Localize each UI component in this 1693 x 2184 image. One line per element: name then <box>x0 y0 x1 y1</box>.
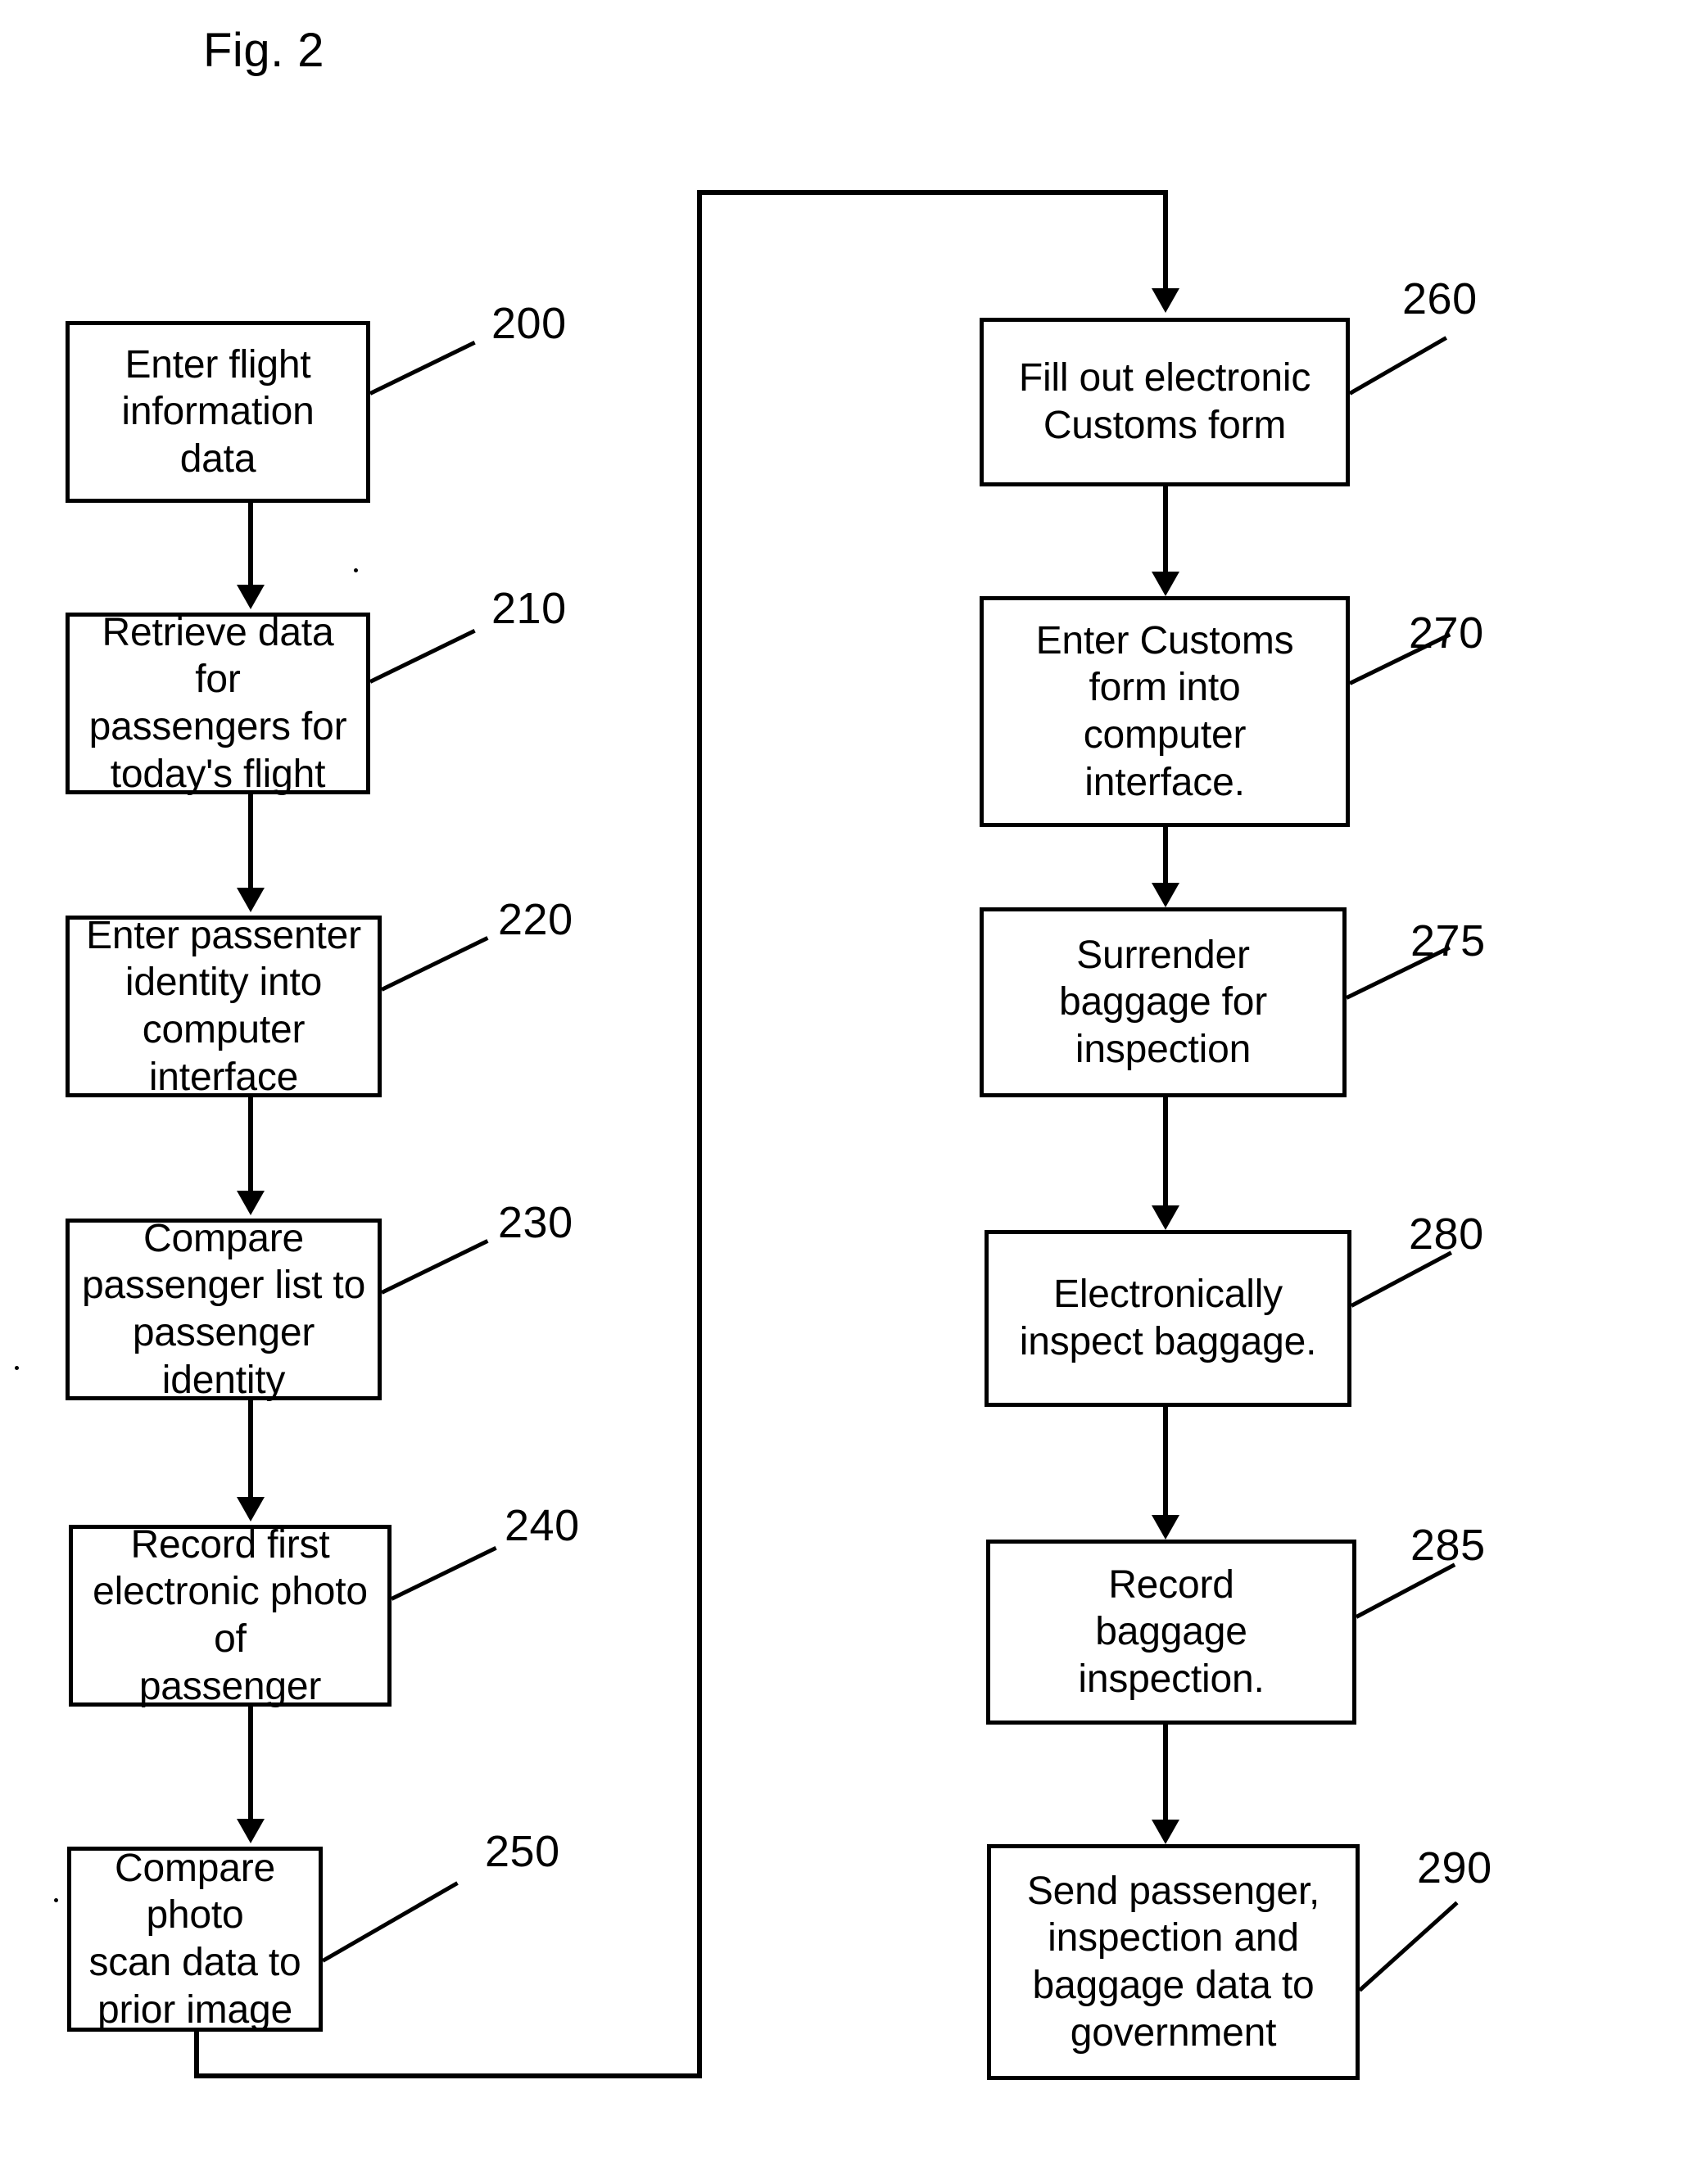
connector-210-220-arrowhead <box>237 888 265 912</box>
connector-250-260-segment-enter <box>1163 190 1168 288</box>
scan-speck <box>54 1898 58 1902</box>
flow-box-260[interactable]: Fill out electronic Customs form <box>980 318 1350 486</box>
flow-box-240-label: Record first electronic photo of passeng… <box>93 1522 368 1708</box>
leader-line-200 <box>369 341 476 396</box>
leader-line-240 <box>390 1546 497 1601</box>
ref-number-290: 290 <box>1417 1843 1492 1892</box>
figure-title: Fig. 2 <box>203 24 325 77</box>
connector-240-250-line <box>248 1707 253 1819</box>
connector-200-210-line <box>248 503 253 585</box>
connector-270-275-line <box>1163 827 1168 883</box>
leader-line-280 <box>1350 1250 1453 1308</box>
connector-285-290-line <box>1163 1725 1168 1820</box>
flow-box-220[interactable]: Enter passenter identity into computer i… <box>66 914 382 1099</box>
connector-200-210-arrowhead <box>237 585 265 609</box>
ref-number-230: 230 <box>498 1198 573 1247</box>
connector-275-280-arrowhead <box>1152 1205 1179 1230</box>
flow-box-210[interactable]: Retrieve data for passengers for today's… <box>66 611 370 796</box>
flow-box-200-label: Enter flight information data <box>121 342 315 481</box>
flow-box-270[interactable]: Enter Customs form into computer interfa… <box>980 596 1350 827</box>
connector-250-260-segment-bottom <box>194 2073 702 2078</box>
leader-line-250 <box>321 1881 459 1963</box>
flow-box-280-label: Electronically inspect baggage. <box>1019 1273 1317 1363</box>
leader-line-285 <box>1355 1562 1456 1619</box>
connector-280-285-arrowhead <box>1152 1515 1179 1540</box>
flow-box-280[interactable]: Electronically inspect baggage. <box>985 1230 1351 1407</box>
connector-260-270-line <box>1163 486 1168 572</box>
connector-230-240-line <box>248 1400 253 1497</box>
flow-box-285[interactable]: Record baggage inspection. <box>986 1540 1356 1725</box>
leader-line-220 <box>380 936 489 992</box>
leader-line-270 <box>1348 632 1451 685</box>
flow-box-270-label: Enter Customs form into computer interfa… <box>1035 618 1294 804</box>
ref-number-210: 210 <box>491 584 567 633</box>
leader-line-230 <box>380 1239 489 1295</box>
patent-figure-page: Fig. 2 Enter flight information data 200… <box>0 0 1693 2184</box>
flow-box-200[interactable]: Enter flight information data <box>66 321 370 503</box>
flow-box-285-label: Record baggage inspection. <box>1078 1562 1265 1701</box>
flow-box-290[interactable]: Send passenger, inspection and baggage d… <box>987 1844 1360 2080</box>
scan-speck <box>354 568 358 572</box>
connector-275-280-line <box>1163 1097 1168 1205</box>
ref-number-285: 285 <box>1410 1521 1486 1570</box>
connector-240-250-arrowhead <box>237 1819 265 1843</box>
ref-number-250: 250 <box>485 1827 560 1876</box>
ref-number-200: 200 <box>491 299 567 348</box>
flow-box-230-label: Compare passenger list to passenger iden… <box>81 1216 366 1402</box>
flow-box-290-label: Send passenger, inspection and baggage d… <box>1026 1869 1320 2055</box>
ref-number-260: 260 <box>1402 274 1478 323</box>
scan-speck <box>15 1366 19 1370</box>
connector-270-275-arrowhead <box>1152 883 1179 907</box>
leader-line-290 <box>1358 1901 1459 1992</box>
ref-number-240: 240 <box>505 1501 580 1550</box>
flow-box-260-label: Fill out electronic Customs form <box>1018 356 1311 447</box>
connector-250-260-segment-down <box>194 2032 199 2078</box>
leader-line-275 <box>1345 945 1451 1000</box>
connector-220-230-arrowhead <box>237 1191 265 1215</box>
flow-box-210-label: Retrieve data for passengers for today's… <box>88 610 347 796</box>
connector-210-220-line <box>248 794 253 888</box>
ref-number-220: 220 <box>498 895 573 944</box>
leader-line-260 <box>1348 336 1448 396</box>
flow-box-275-label: Surrender baggage for inspection <box>1058 933 1268 1071</box>
connector-285-290-arrowhead <box>1152 1820 1179 1844</box>
flow-box-250-label: Compare photo scan data to prior image <box>88 1846 301 2032</box>
flow-box-250[interactable]: Compare photo scan data to prior image <box>67 1847 323 2032</box>
connector-250-260-segment-top <box>697 190 1168 195</box>
connector-250-260-arrowhead <box>1152 288 1179 313</box>
flow-box-240[interactable]: Record first electronic photo of passeng… <box>69 1522 392 1708</box>
connector-220-230-line <box>248 1097 253 1191</box>
connector-260-270-arrowhead <box>1152 572 1179 596</box>
connector-250-260-segment-up <box>697 190 702 2078</box>
flow-box-220-label: Enter passenter identity into computer i… <box>86 913 361 1099</box>
flow-box-275[interactable]: Surrender baggage for inspection <box>980 907 1347 1097</box>
flow-box-230[interactable]: Compare passenger list to passenger iden… <box>66 1217 382 1402</box>
connector-280-285-line <box>1163 1407 1168 1515</box>
connector-230-240-arrowhead <box>237 1497 265 1522</box>
leader-line-210 <box>369 629 476 684</box>
